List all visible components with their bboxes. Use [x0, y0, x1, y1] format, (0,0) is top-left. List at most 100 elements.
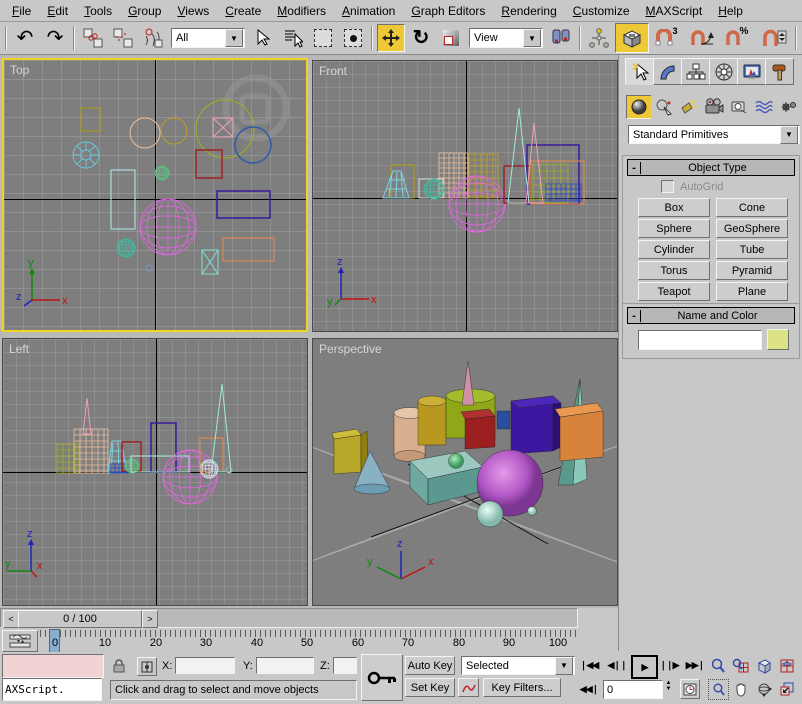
zoom-region-icon[interactable] [708, 679, 729, 700]
menu-maxscript[interactable]: MAXScript [638, 1, 711, 21]
set-key-button[interactable]: Set Key [405, 678, 455, 697]
pyramid-button[interactable]: Pyramid [716, 261, 788, 280]
menu-file[interactable]: File [4, 1, 39, 21]
tab-motion[interactable] [709, 58, 738, 85]
use-pivot-point-center-icon[interactable] [547, 24, 575, 52]
key-mode-toggle-icon[interactable]: ◀◀❘ [578, 680, 600, 698]
track-bar-ruler[interactable]: 0 10 20 30 40 50 60 70 80 90 100 [40, 629, 578, 652]
go-to-end-icon[interactable]: ▶▶❘ [684, 656, 706, 674]
geosphere-button[interactable]: GeoSphere [716, 219, 788, 238]
select-and-manipulate-icon[interactable] [585, 24, 613, 52]
cone-button[interactable]: Cone [716, 198, 788, 217]
viewport-left-canvas[interactable]: z y x [3, 339, 307, 605]
tube-button[interactable]: Tube [716, 240, 788, 259]
torus-button[interactable]: Torus [638, 261, 710, 280]
frame-spinner[interactable]: ▲▼ [663, 680, 674, 699]
viewport-front[interactable]: Front [312, 60, 618, 332]
collapse-icon[interactable]: - [628, 162, 641, 174]
menu-edit[interactable]: Edit [39, 1, 76, 21]
menu-help[interactable]: Help [710, 1, 751, 21]
menu-animation[interactable]: Animation [334, 1, 403, 21]
select-and-rotate-icon[interactable]: ↻ [407, 24, 435, 52]
previous-frame-icon[interactable]: ◀❘❘ [606, 656, 628, 674]
teapot-button[interactable]: Teapot [638, 282, 710, 301]
min-max-toggle-icon[interactable] [777, 679, 796, 698]
viewport-top[interactable]: Top [2, 58, 308, 332]
category-systems-icon[interactable] [776, 95, 802, 119]
category-lights-icon[interactable] [676, 95, 702, 119]
time-configuration-icon[interactable] [680, 679, 700, 699]
menu-views[interactable]: Views [169, 1, 217, 21]
z-coordinate-field[interactable] [333, 657, 357, 674]
current-frame-field[interactable]: 0 [603, 680, 663, 699]
zoom-extents-icon[interactable] [754, 656, 773, 675]
chevron-down-icon[interactable]: ▼ [780, 126, 798, 144]
next-frame-icon[interactable]: ❘❘▶ [658, 656, 680, 674]
menu-create[interactable]: Create [217, 1, 269, 21]
zoom-all-icon[interactable] [731, 656, 750, 675]
primitive-category-combo[interactable]: Standard Primitives ▼ [628, 125, 800, 144]
box-button[interactable]: Box [638, 198, 710, 217]
select-and-link-icon[interactable] [79, 24, 107, 52]
category-spacewarps-icon[interactable] [751, 95, 777, 119]
selection-filter-combo[interactable]: All ▼ [171, 28, 245, 48]
absolute-mode-toggle-icon[interactable] [137, 657, 157, 676]
arc-rotate-icon[interactable] [754, 679, 773, 698]
reference-coordinate-combo[interactable]: View ▼ [469, 28, 543, 48]
viewport-top-canvas[interactable]: y x z [4, 60, 306, 330]
menu-tools[interactable]: Tools [76, 1, 120, 21]
maxscript-mini-listener[interactable]: AXScript. [2, 678, 102, 701]
tab-display[interactable] [737, 58, 766, 85]
category-cameras-icon[interactable] [701, 95, 727, 119]
rectangular-selection-region-icon[interactable] [309, 24, 337, 52]
default-in-out-tangents-icon[interactable] [458, 678, 479, 697]
sphere-button[interactable]: Sphere [638, 219, 710, 238]
tab-hierarchy[interactable] [681, 58, 710, 85]
menu-modifiers[interactable]: Modifiers [269, 1, 334, 21]
viewport-perspective-canvas[interactable]: z y x [313, 339, 617, 605]
name-color-header[interactable]: - Name and Color [627, 307, 795, 324]
x-coordinate-field[interactable] [175, 657, 235, 674]
category-helpers-icon[interactable] [726, 95, 752, 119]
plane-button[interactable]: Plane [716, 282, 788, 301]
select-by-name-icon[interactable] [279, 24, 307, 52]
y-coordinate-field[interactable] [256, 657, 314, 674]
chevron-down-icon[interactable]: ▼ [555, 657, 573, 675]
category-geometry-icon[interactable] [626, 95, 652, 119]
key-filters-button[interactable]: Key Filters... [483, 678, 561, 697]
spinner-snap-icon[interactable] [757, 24, 791, 52]
viewport-perspective[interactable]: Perspective [312, 338, 618, 606]
select-and-scale-icon[interactable] [437, 24, 465, 52]
next-frame-arrow[interactable]: > [142, 610, 158, 628]
keyboard-shortcut-override-icon[interactable] [361, 654, 403, 701]
play-icon[interactable]: ▶ [631, 655, 658, 679]
menu-rendering[interactable]: Rendering [493, 1, 564, 21]
snap-3d-magnet-icon[interactable]: 3 [651, 24, 683, 52]
select-and-move-icon[interactable] [377, 24, 405, 52]
menu-customize[interactable]: Customize [565, 1, 638, 21]
zoom-icon[interactable] [708, 656, 727, 675]
time-slider-handle[interactable]: 0 / 100 [18, 610, 142, 628]
collapse-icon[interactable]: - [628, 310, 641, 322]
category-shapes-icon[interactable] [651, 95, 677, 119]
select-object-icon[interactable] [249, 24, 277, 52]
object-type-header[interactable]: - Object Type [627, 159, 795, 176]
cylinder-button[interactable]: Cylinder [638, 240, 710, 259]
auto-key-button[interactable]: Auto Key [405, 656, 455, 675]
bind-to-space-warp-icon[interactable] [139, 24, 167, 52]
unlink-selection-icon[interactable] [109, 24, 137, 52]
go-to-start-icon[interactable]: ❘◀◀ [578, 656, 600, 674]
redo-icon[interactable]: ↷ [41, 24, 69, 52]
previous-frame-arrow[interactable]: < [3, 610, 19, 628]
menu-group[interactable]: Group [120, 1, 169, 21]
tab-create[interactable] [625, 58, 654, 85]
key-filter-selection-combo[interactable]: Selected ▼ [461, 656, 575, 675]
pan-hand-icon[interactable] [731, 679, 750, 698]
percent-snap-icon[interactable]: % [721, 24, 755, 52]
object-color-swatch[interactable] [767, 329, 789, 350]
chevron-down-icon[interactable]: ▼ [523, 29, 541, 47]
object-name-input[interactable] [638, 330, 762, 350]
selection-lock-icon[interactable] [112, 659, 126, 676]
angle-snap-icon[interactable] [685, 24, 719, 52]
snaps-toggle-icon[interactable] [615, 23, 649, 53]
